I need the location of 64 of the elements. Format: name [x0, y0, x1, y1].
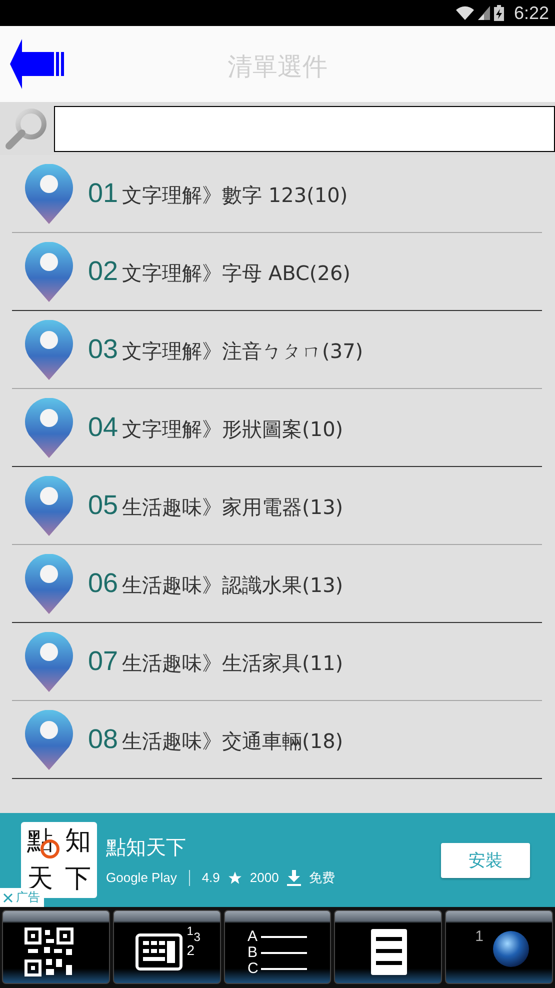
- download-count: 2000: [250, 870, 279, 885]
- toolbar-button[interactable]: [2, 910, 110, 984]
- list-item[interactable]: 07 生活趣味》生活家具(11): [12, 623, 542, 701]
- list-item[interactable]: 06 生活趣味》認識水果(13): [12, 545, 542, 623]
- map-pin-icon: [24, 320, 74, 380]
- qr-code-icon: [24, 927, 74, 977]
- icon-glyph: B: [247, 945, 258, 960]
- item-number: 08: [88, 724, 118, 755]
- toolbar-button[interactable]: A B C: [224, 910, 332, 984]
- item-label: 生活趣味》認識水果(13): [122, 572, 344, 599]
- item-number: 02: [88, 256, 118, 287]
- download-icon: [286, 870, 301, 886]
- item-label: 生活趣味》生活家具(11): [122, 650, 344, 677]
- item-label: 文字理解》形狀圖案(10): [122, 416, 344, 443]
- map-pin-icon: [24, 632, 74, 692]
- wifi-icon: [456, 6, 474, 20]
- list-item[interactable]: 01 文字理解》數字 123(10): [12, 155, 542, 233]
- signal-icon: [478, 6, 490, 20]
- map-pin-icon: [24, 710, 74, 770]
- item-number: 06: [88, 568, 118, 599]
- back-arrow-icon: [10, 39, 66, 89]
- rating: 4.9: [202, 870, 220, 885]
- icon-glyph: A: [247, 929, 258, 944]
- map-pin-icon: [24, 554, 74, 614]
- item-number: 07: [88, 646, 118, 677]
- icon-glyph: C: [247, 961, 258, 976]
- icon-glyph: 3: [194, 931, 200, 943]
- item-label: 文字理解》字母 ABC(26): [122, 260, 350, 287]
- item-label: 文字理解》注音ㄅㄆㄇ(37): [122, 338, 364, 365]
- price: 免费: [308, 868, 335, 886]
- item-number: 04: [88, 412, 118, 443]
- map-pin-icon: [24, 242, 74, 302]
- battery-icon: [494, 5, 504, 21]
- app-name: 點知天下: [106, 834, 187, 860]
- icon-character: 下: [65, 866, 91, 892]
- separator: [188, 870, 190, 886]
- toolbar-button[interactable]: 13 2: [112, 910, 221, 984]
- search-field[interactable]: [54, 106, 555, 152]
- icon-glyph: 1: [475, 929, 484, 944]
- store-name: Google Play: [106, 870, 177, 885]
- item-number: 03: [88, 334, 118, 365]
- item-number: 05: [88, 490, 118, 521]
- item-label: 生活趣味》交通車輛(18): [122, 728, 344, 755]
- map-pin-icon: [24, 476, 74, 536]
- clock-time: 6:22: [514, 2, 549, 24]
- star-icon: [228, 870, 242, 884]
- item-number: 01: [88, 178, 118, 209]
- close-icon[interactable]: [3, 892, 13, 902]
- toolbar-button[interactable]: [334, 910, 442, 984]
- toolbar-button[interactable]: 1: [445, 910, 553, 984]
- list-item[interactable]: 03 文字理解》注音ㄅㄆㄇ(37): [12, 311, 542, 389]
- item-label: 文字理解》數字 123(10): [122, 182, 348, 209]
- back-button[interactable]: [10, 39, 66, 89]
- icon-glyph: 1: [186, 925, 194, 937]
- icon-glyph: 2: [186, 943, 194, 957]
- list-item[interactable]: 04 文字理解》形狀圖案(10): [12, 389, 542, 467]
- icon-character: 知: [65, 828, 91, 854]
- ad-label-text: 广告: [16, 890, 40, 906]
- item-label: 生活趣味》家用電器(13): [122, 494, 344, 521]
- list-item[interactable]: 02 文字理解》字母 ABC(26): [12, 233, 542, 311]
- map-pin-icon: [24, 398, 74, 458]
- list-item[interactable]: 08 生活趣味》交通車輛(18): [12, 701, 542, 779]
- list-item[interactable]: 05 生活趣味》家用電器(13): [12, 467, 542, 545]
- map-pin-icon: [24, 164, 74, 224]
